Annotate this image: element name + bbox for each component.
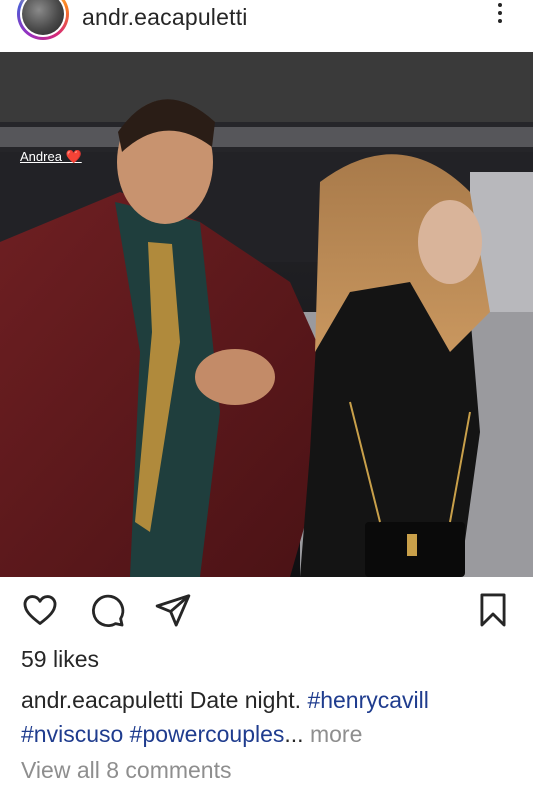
post-photo[interactable]: Andrea ❤️ [0, 52, 533, 577]
view-comments-link[interactable]: View all 8 comments [21, 757, 232, 784]
photo-tag-label[interactable]: Andrea ❤️ [20, 149, 82, 165]
hashtag-link[interactable]: #henrycavill [307, 687, 428, 713]
heart-icon[interactable] [21, 591, 59, 629]
bookmark-icon[interactable] [474, 591, 512, 629]
post-caption: andr.eacapuletti Date night. #henrycavil… [21, 683, 521, 751]
likes-count[interactable]: 59 likes [21, 646, 99, 673]
hashtag-link[interactable]: #powercouples [130, 721, 285, 747]
more-vertical-icon[interactable] [491, 0, 509, 30]
share-icon[interactable] [154, 591, 192, 629]
caption-text: Date night. [183, 687, 308, 713]
caption-more-link[interactable]: more [310, 721, 362, 747]
post-image [0, 52, 533, 577]
caption-ellipsis: ... [284, 721, 304, 747]
action-bar [0, 585, 533, 633]
avatar-image [22, 0, 64, 35]
hashtag-link[interactable]: #nviscuso [21, 721, 123, 747]
avatar[interactable] [17, 0, 69, 40]
post-header: andr.eacapuletti [0, 0, 533, 52]
comment-icon[interactable] [88, 591, 126, 629]
caption-username[interactable]: andr.eacapuletti [21, 687, 183, 713]
post-username[interactable]: andr.eacapuletti [82, 4, 248, 31]
